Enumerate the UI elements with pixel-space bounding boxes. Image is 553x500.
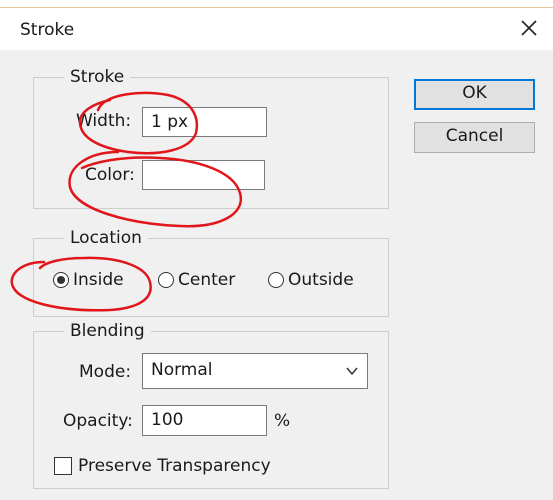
radio-center-label: Center (178, 270, 236, 290)
window-top-edge (0, 0, 553, 8)
radio-center[interactable]: Center (158, 269, 235, 291)
location-group: Location Inside Center Outside (33, 226, 389, 317)
preserve-transparency-checkbox[interactable] (54, 457, 72, 475)
location-group-legend: Location (64, 226, 148, 250)
preserve-transparency-label: Preserve Transparency (78, 456, 271, 476)
color-swatch[interactable] (142, 160, 265, 190)
width-field[interactable]: 1 px (142, 107, 267, 137)
chevron-down-icon (346, 367, 358, 376)
opacity-unit: % (274, 411, 291, 431)
blending-group: Blending Mode: Normal Opacity: 100 % Pre… (33, 319, 389, 489)
radio-selected-dot (57, 276, 65, 284)
color-label: Color: (85, 165, 135, 185)
stroke-group-legend: Stroke (64, 65, 131, 89)
title-bar: Stroke (0, 8, 553, 50)
dialog-title: Stroke (20, 20, 75, 40)
mode-dropdown-value: Normal (151, 360, 213, 380)
width-label: Width: (76, 111, 132, 131)
radio-inside-label: Inside (73, 270, 124, 290)
radio-inside[interactable]: Inside (53, 269, 124, 291)
cancel-button[interactable]: Cancel (414, 122, 535, 153)
blending-group-legend: Blending (64, 319, 151, 343)
close-button[interactable] (513, 12, 545, 44)
close-icon (521, 20, 537, 36)
stroke-group: Stroke Width: 1 px Color: (33, 65, 389, 209)
radio-outside[interactable]: Outside (268, 269, 354, 291)
radio-outside-label: Outside (288, 270, 354, 290)
opacity-label: Opacity: (63, 411, 133, 431)
ok-button[interactable]: OK (414, 79, 535, 110)
radio-inside-circle (53, 272, 69, 288)
radio-outside-circle (268, 272, 284, 288)
radio-center-circle (158, 272, 174, 288)
opacity-field[interactable]: 100 (142, 405, 267, 436)
mode-label: Mode: (79, 362, 132, 382)
mode-dropdown[interactable]: Normal (142, 353, 368, 389)
